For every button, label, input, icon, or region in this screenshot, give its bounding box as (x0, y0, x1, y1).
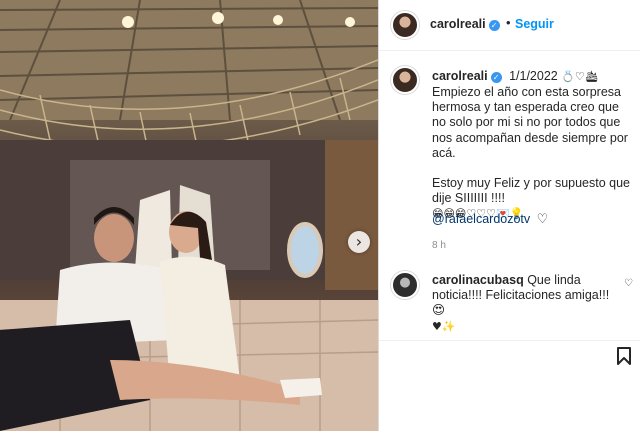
mention-link[interactable]: @rafaelcardozotv (432, 212, 530, 226)
caption-body: Empiezo el año con esta sorpresa hermosa… (432, 85, 632, 222)
commenter-username[interactable]: carolinacubasq (432, 273, 524, 287)
caption-paragraph: Empiezo el año con esta sorpresa hermosa… (432, 85, 628, 160)
post-time: 8 h (432, 240, 446, 251)
heart-outline-icon[interactable]: ♡ (537, 212, 549, 227)
bookmark-icon[interactable] (617, 347, 631, 365)
header-separator: • (506, 15, 511, 30)
follow-button[interactable]: Seguir (515, 17, 554, 31)
author-avatar[interactable] (391, 11, 419, 39)
post-header: carolreali ✓ • Seguir (379, 0, 640, 51)
chevron-right-icon: › (355, 232, 363, 251)
comment-item: carolinacubasq Que linda noticia!!!! Fel… (379, 264, 640, 333)
author-username-text[interactable]: carolreali (430, 17, 486, 31)
caption-username[interactable]: carolreali ✓ (432, 69, 502, 83)
verified-badge-icon: ✓ (488, 20, 500, 31)
caption-date: 1/1/2022 (509, 69, 558, 83)
caption-header: carolreali ✓ 1/1/2022 💍♡🛳 (432, 69, 599, 83)
caption-emojis: 💍♡🛳 (561, 70, 599, 83)
post-caption: carolreali ✓ 1/1/2022 💍♡🛳 Empiezo el año … (379, 52, 640, 260)
caption-username-text[interactable]: carolreali (432, 69, 488, 83)
post-action-bar (379, 340, 640, 376)
caption-gap (432, 161, 632, 176)
caption-paragraph: Estoy muy Feliz y por supuesto que dije … (432, 176, 631, 206)
mention-row: @rafaelcardozotv ♡ (432, 212, 548, 227)
author-username[interactable]: carolreali ✓ (430, 17, 500, 31)
carousel-next-button[interactable]: › (348, 231, 370, 253)
post-photo[interactable]: › (0, 0, 378, 431)
photo-illustration (0, 0, 378, 431)
verified-badge-icon: ✓ (490, 72, 502, 83)
commenter-avatar[interactable] (391, 271, 419, 299)
comment-like-heart-icon[interactable]: ♡ (624, 278, 633, 289)
comment-body: carolinacubasq Que linda noticia!!!! Fel… (432, 273, 620, 334)
post-side-panel: carolreali ✓ • Seguir carolreali ✓ 1/1/202… (378, 0, 640, 431)
comment-emoji-tail: ♥✨ (432, 319, 456, 333)
caption-author-avatar[interactable] (391, 66, 419, 94)
